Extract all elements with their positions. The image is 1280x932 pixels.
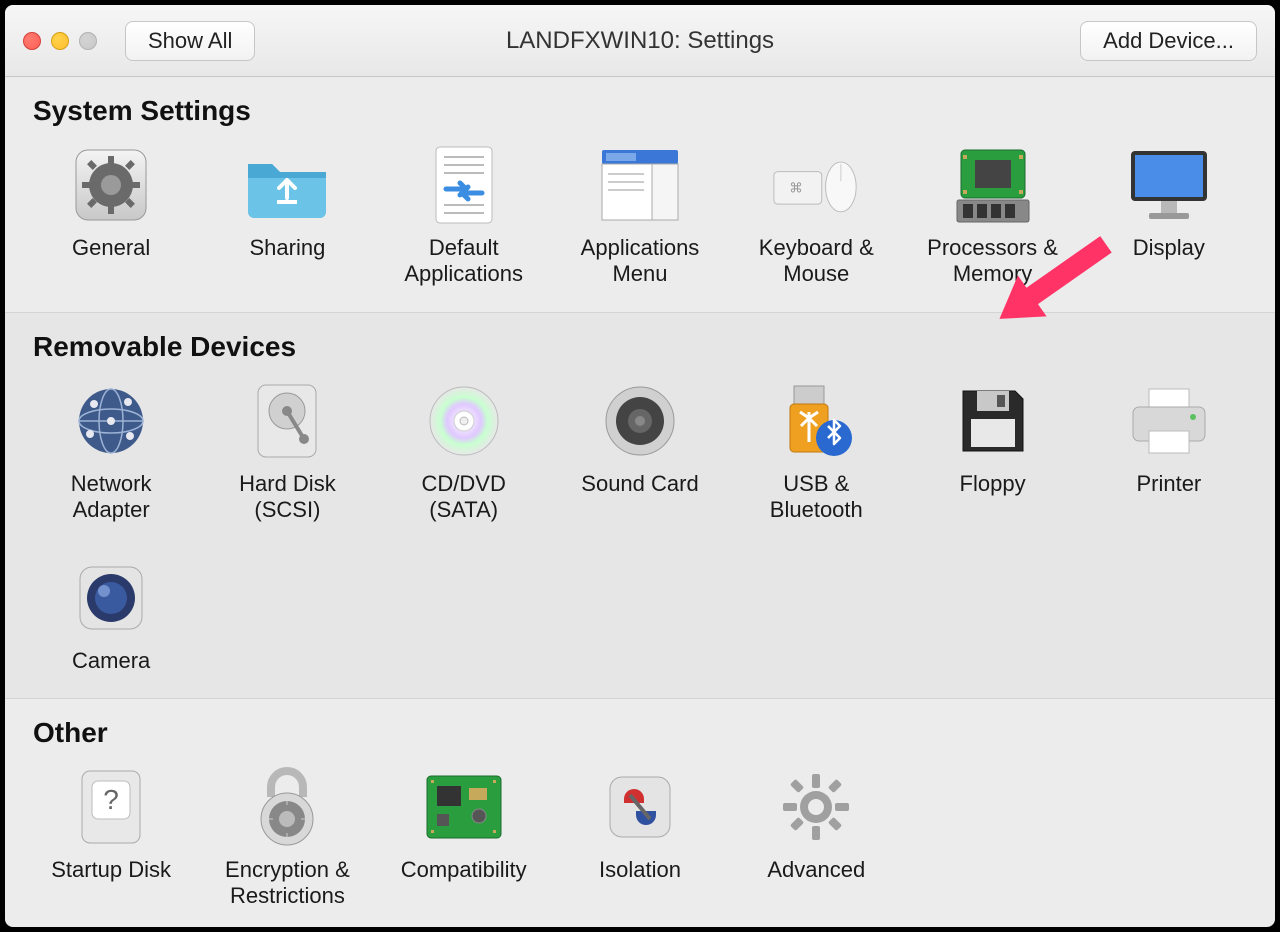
item-floppy[interactable]: Floppy xyxy=(914,377,1070,524)
item-label: Compatibility xyxy=(401,857,527,883)
item-label: Network Adapter xyxy=(33,471,189,524)
window-controls xyxy=(23,32,97,50)
item-label: Sharing xyxy=(250,235,326,261)
item-label: Floppy xyxy=(960,471,1026,497)
zoom-window-button[interactable] xyxy=(79,32,97,50)
disc-icon xyxy=(420,377,508,465)
item-general[interactable]: General xyxy=(33,141,189,288)
item-default-applications[interactable]: Default Applications xyxy=(386,141,542,288)
item-camera[interactable]: Camera xyxy=(33,554,189,674)
item-label: General xyxy=(72,235,150,261)
add-device-button[interactable]: Add Device... xyxy=(1080,21,1257,61)
section-other: Other ? Startup Disk Encryption & Restri… xyxy=(5,699,1275,927)
section-system-settings: System Settings General Sharing Default … xyxy=(5,77,1275,312)
item-processors-memory[interactable]: Processors & Memory xyxy=(914,141,1070,288)
item-label: Advanced xyxy=(767,857,865,883)
item-sharing[interactable]: Sharing xyxy=(209,141,365,288)
item-label: USB & Bluetooth xyxy=(738,471,894,524)
item-sound-card[interactable]: Sound Card xyxy=(562,377,718,524)
item-label: Default Applications xyxy=(386,235,542,288)
item-cd-dvd[interactable]: CD/DVD (SATA) xyxy=(386,377,542,524)
item-label: Keyboard & Mouse xyxy=(738,235,894,288)
settings-window: Show All LANDFXWIN10: Settings Add Devic… xyxy=(5,5,1275,927)
section-title-system: System Settings xyxy=(33,95,1247,127)
section-title-other: Other xyxy=(33,717,1247,749)
circuit-board-icon xyxy=(420,763,508,851)
item-encryption-restrictions[interactable]: Encryption & Restrictions xyxy=(209,763,365,910)
item-applications-menu[interactable]: Applications Menu xyxy=(562,141,718,288)
window-title: LANDFXWIN10: Settings xyxy=(506,27,774,55)
item-startup-disk[interactable]: ? Startup Disk xyxy=(33,763,189,910)
svg-text:?: ? xyxy=(103,784,119,815)
menu-window-icon xyxy=(596,141,684,229)
section-removable-devices: Removable Devices Network Adapter Hard D… xyxy=(5,313,1275,698)
cpu-ram-icon xyxy=(949,141,1037,229)
network-globe-icon xyxy=(67,377,155,465)
show-all-button[interactable]: Show All xyxy=(125,21,255,61)
item-label: Applications Menu xyxy=(562,235,718,288)
item-label: CD/DVD (SATA) xyxy=(386,471,542,524)
item-usb-bluetooth[interactable]: USB & Bluetooth xyxy=(738,377,894,524)
printer-icon xyxy=(1125,377,1213,465)
gear-outline-icon xyxy=(772,763,860,851)
item-printer[interactable]: Printer xyxy=(1091,377,1247,524)
item-label: Encryption & Restrictions xyxy=(209,857,365,910)
item-advanced[interactable]: Advanced xyxy=(738,763,894,910)
item-label: Printer xyxy=(1136,471,1201,497)
item-label: Display xyxy=(1133,235,1205,261)
titlebar: Show All LANDFXWIN10: Settings Add Devic… xyxy=(5,5,1275,77)
item-label: Isolation xyxy=(599,857,681,883)
isolation-icon xyxy=(596,763,684,851)
camera-icon xyxy=(67,554,155,642)
item-label: Hard Disk (SCSI) xyxy=(209,471,365,524)
minimize-window-button[interactable] xyxy=(51,32,69,50)
document-arrows-icon xyxy=(420,141,508,229)
folder-share-icon xyxy=(243,141,331,229)
hard-disk-icon xyxy=(243,377,331,465)
item-keyboard-mouse[interactable]: ⌘ Keyboard & Mouse xyxy=(738,141,894,288)
item-label: Startup Disk xyxy=(51,857,171,883)
monitor-icon xyxy=(1125,141,1213,229)
keyboard-mouse-icon: ⌘ xyxy=(772,141,860,229)
speaker-icon xyxy=(596,377,684,465)
item-network-adapter[interactable]: Network Adapter xyxy=(33,377,189,524)
gear-icon xyxy=(67,141,155,229)
usb-bluetooth-icon xyxy=(772,377,860,465)
lock-dial-icon xyxy=(243,763,331,851)
floppy-icon xyxy=(949,377,1037,465)
item-hard-disk[interactable]: Hard Disk (SCSI) xyxy=(209,377,365,524)
startup-disk-icon: ? xyxy=(67,763,155,851)
item-isolation[interactable]: Isolation xyxy=(562,763,718,910)
svg-text:⌘: ⌘ xyxy=(789,181,802,196)
item-label: Sound Card xyxy=(581,471,698,497)
item-label: Camera xyxy=(72,648,150,674)
item-compatibility[interactable]: Compatibility xyxy=(386,763,542,910)
item-label: Processors & Memory xyxy=(914,235,1070,288)
section-title-removable: Removable Devices xyxy=(33,331,1247,363)
close-window-button[interactable] xyxy=(23,32,41,50)
item-display[interactable]: Display xyxy=(1091,141,1247,288)
